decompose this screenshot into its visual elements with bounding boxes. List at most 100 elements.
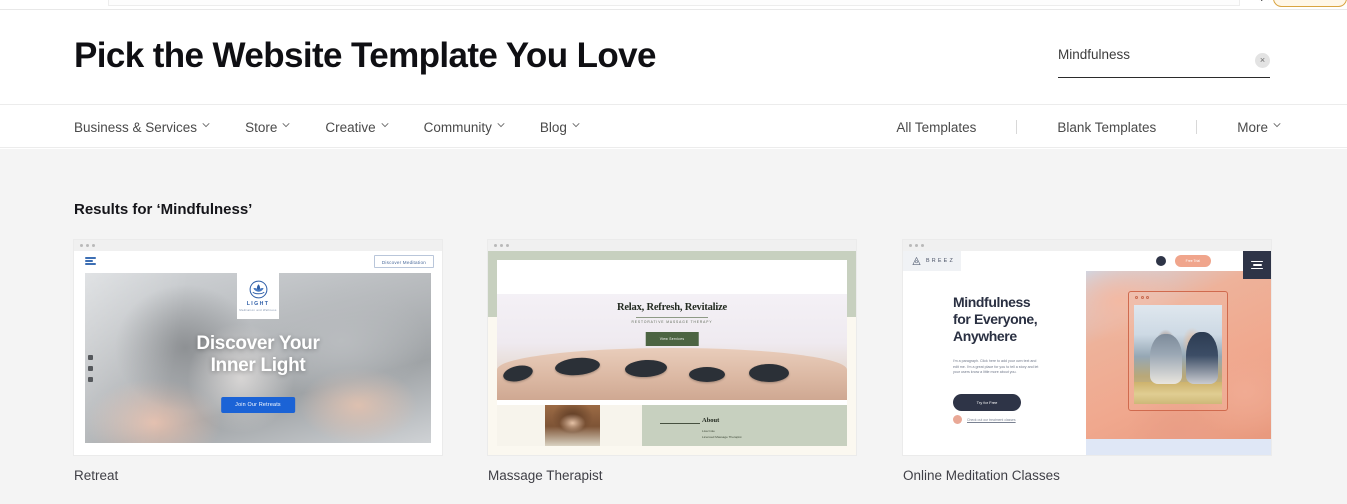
headline-line-3: Anywhere: [953, 328, 1017, 344]
chrome-dot: [909, 244, 912, 247]
chrome-dot: [500, 244, 503, 247]
about-panel: [642, 405, 847, 446]
template-preview[interactable]: Discover Meditation LIGHT Meditation and…: [74, 240, 442, 455]
site-topbar: Discover Meditation: [74, 251, 442, 273]
search-box[interactable]: ×: [1058, 40, 1270, 78]
nav-item-all-templates[interactable]: All Templates: [896, 120, 976, 135]
about-name: Lisa Cole: [702, 429, 715, 433]
site-topnav: Free Trial: [1155, 255, 1211, 267]
browser-chrome-strip: </>: [0, 0, 1347, 10]
site-headline: Relax, Refresh, Revitalize: [616, 302, 728, 313]
clear-search-icon[interactable]: ×: [1255, 53, 1270, 68]
about-role: Licensed Massage Therapist: [702, 435, 742, 439]
nav-label: Blog: [539, 119, 567, 135]
template-card-massage-therapist[interactable]: Lisa Cole Massage Therapist Log In HOME …: [488, 240, 856, 483]
hot-stone: [749, 364, 789, 382]
site-headline: Mindfulness for Everyone, Anywhere: [953, 294, 1073, 345]
site-footer-strip: [1086, 439, 1271, 455]
chevron-down-icon: [572, 121, 580, 129]
site-headline: Discover Your Inner Light: [85, 333, 431, 377]
template-card-retreat[interactable]: Discover Meditation LIGHT Meditation and…: [74, 240, 442, 483]
hero-back-shape: [497, 348, 847, 400]
template-preview[interactable]: Lisa Cole Massage Therapist Log In HOME …: [488, 240, 856, 455]
site-brand-card: LIGHT Meditation and Wellness: [237, 273, 279, 319]
nav-item-blog[interactable]: Blog: [540, 120, 580, 135]
chrome-dot: [92, 244, 95, 247]
chrome-dot: [915, 244, 918, 247]
chevron-down-icon: [381, 121, 389, 129]
site-cta-button: Try for Free: [953, 394, 1021, 411]
site-hero: LIGHT Meditation and Wellness Discover Y…: [85, 273, 431, 443]
chrome-action-button[interactable]: [1273, 0, 1347, 7]
youtube-icon: [88, 377, 93, 382]
site-logo-icon: [85, 257, 96, 266]
template-name: Massage Therapist: [488, 468, 603, 483]
hamburger-menu-icon: [1243, 251, 1271, 279]
template-name: Online Meditation Classes: [903, 468, 1060, 483]
nav-label: Store: [245, 119, 278, 135]
person-figure: [1150, 334, 1182, 384]
hot-stone: [689, 367, 725, 382]
person-figure: [1186, 332, 1218, 384]
site-nav-button: Discover Meditation: [373, 255, 434, 268]
site-brand-name: BREEZ: [926, 258, 955, 264]
about-heading: About: [702, 417, 720, 424]
site-body-panel: Relax, Refresh, Revitalize RESTORATIVE M…: [497, 260, 847, 446]
site-hero-image: [1086, 271, 1271, 439]
nav-label: Blank Templates: [1057, 119, 1157, 135]
nav-label: Business & Services: [74, 119, 198, 135]
nav-label: Creative: [325, 119, 376, 135]
nav-item-blank-templates[interactable]: Blank Templates: [1057, 120, 1156, 135]
nav-item-community[interactable]: Community: [424, 120, 505, 135]
results-heading: Results for ‘Mindfulness’: [74, 201, 253, 218]
nav-label: All Templates: [896, 119, 977, 135]
template-search-page: </> Pick the Website Template You Love ×…: [0, 0, 1347, 504]
navbar-left-group: Business & Services Store Creative Commu…: [74, 106, 580, 148]
site-paragraph: I'm a paragraph. Click here to add your …: [953, 359, 1039, 375]
nav-item-store[interactable]: Store: [245, 120, 290, 135]
template-card-online-meditation-classes[interactable]: BREEZ Mindfulness for Everyone, Anywhere…: [903, 240, 1271, 483]
preview-chrome-bar: [488, 240, 856, 251]
chrome-dot: [86, 244, 89, 247]
chevron-down-icon: [497, 121, 505, 129]
breez-logo-icon: [912, 257, 921, 266]
search-input[interactable]: [1058, 42, 1234, 66]
nav-item-business-services[interactable]: Business & Services: [74, 120, 210, 135]
about-rule: [660, 423, 700, 424]
lotus-emblem-icon: [249, 280, 267, 298]
therapist-portrait: [545, 405, 600, 446]
grass-field: [1134, 382, 1222, 404]
site-left-panel: BREEZ Mindfulness for Everyone, Anywhere…: [903, 251, 1086, 455]
headline-rule: [636, 317, 708, 318]
frame-dots: [1135, 296, 1149, 299]
chrome-dot: [494, 244, 497, 247]
preview-chrome-bar: [903, 240, 1271, 251]
nav-divider: [1196, 120, 1198, 134]
headline-line-1: Discover Your: [196, 333, 320, 354]
headline-line-2: for Everyone,: [953, 311, 1038, 327]
site-link: Check out our treatment classes: [967, 417, 1016, 422]
code-icon[interactable]: </>: [1253, 0, 1275, 5]
chevron-down-icon: [202, 121, 210, 129]
preview-screenshot: Discover Meditation LIGHT Meditation and…: [74, 251, 442, 455]
site-brand-tagline: Meditation and Wellness: [239, 308, 277, 312]
nav-divider: [1016, 120, 1018, 134]
template-name: Retreat: [74, 468, 119, 483]
preview-screenshot: BREEZ Mindfulness for Everyone, Anywhere…: [903, 251, 1271, 455]
chrome-dot: [80, 244, 83, 247]
site-logo-box: BREEZ: [903, 251, 961, 271]
site-about-section: About Lisa Cole Licensed Massage Therapi…: [497, 405, 847, 446]
navbar-right-group: All Templates Blank Templates More: [896, 106, 1281, 148]
nav-item-more[interactable]: More: [1237, 120, 1281, 135]
badge-icon: [953, 415, 962, 424]
category-navbar: Business & Services Store Creative Commu…: [0, 106, 1347, 148]
site-trial-button: Free Trial: [1174, 255, 1211, 267]
site-brand-name: LIGHT: [246, 300, 270, 307]
preview-chrome-bar: [74, 240, 442, 251]
template-preview[interactable]: BREEZ Mindfulness for Everyone, Anywhere…: [903, 240, 1271, 455]
avatar-icon: [1155, 256, 1166, 266]
headline-line-2: Inner Light: [210, 355, 306, 376]
headline-line-1: Mindfulness: [953, 294, 1031, 310]
nav-item-creative[interactable]: Creative: [325, 119, 389, 135]
nav-label: More: [1237, 119, 1268, 135]
